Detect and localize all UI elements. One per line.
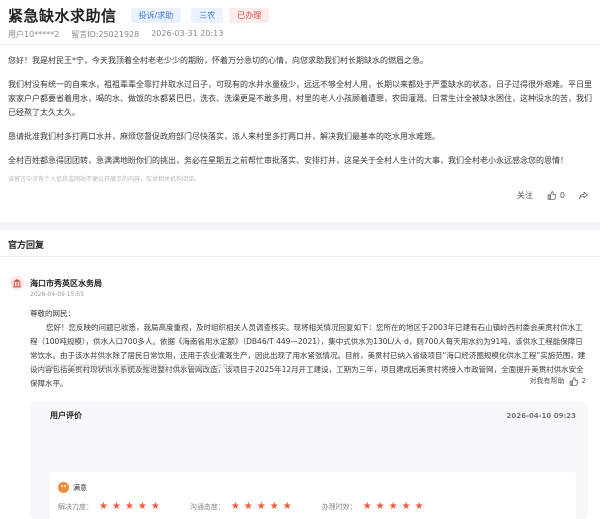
follow-button[interactable]: 关注 [517,190,533,201]
rating-resolution: 解决力度： ★ ★ ★ ★ ★ [58,502,160,512]
rating-label: 解决力度： [58,503,93,511]
star-icon: ★ [269,501,279,512]
reply-greeting: 尊敬的网民： [30,309,75,318]
star-icon: ★ [414,501,424,512]
letter-paragraph: 我们村没有统一的自来水，祖祖辈辈全靠打井取水过日子，可现有的水井水量极少，远远不… [8,80,592,117]
star-icon: ★ [388,501,398,512]
evaluation-details: 满意 解决力度： ★ ★ ★ ★ ★ 沟通态度： ★ ★ ★ ★ ★ 办理时效： ★ ★ ★ ★ ★ [50,472,576,519]
government-building-icon [10,276,24,290]
star-icon: ★ [375,501,385,512]
star-icon: ★ [256,501,266,512]
department-name: 海口市秀英区水务局 [30,279,102,288]
letter-paragraph: 恳请批准我们村多打两口水井，麻烦您督促政府部门尽快落实，派人来村里多打两口井，解… [8,132,440,141]
like-count: 0 [559,191,565,200]
reply-date: 2026-04-09 15:55 [30,291,85,298]
star-icon: ★ [230,501,240,512]
page-header: 紧急缺水求助信 投诉/求助 三农 已办理 [8,4,270,26]
letter-body: 您好！我是村民王*宁，今天我顶着全村老老少少的期盼，怀着万分急切的心情，向您求助… [8,54,592,168]
status-badge: 已办理 [229,7,270,23]
reply-disclaimer: 以上内容为相关办理单位对留言事项做出的回复意见，平台不以展示，供参考。 [30,364,241,371]
letter-paragraph: 全村百姓都急得团团转，急满满地盼你们的挑出，务必在星期五之前帮忙审批落实、安排打… [8,156,568,165]
rating-row: 解决力度： ★ ★ ★ ★ ★ 沟通态度： ★ ★ ★ ★ ★ 办理时效： ★ ★ ★ ★ ★ [58,502,454,512]
rating-label: 办理时效： [321,503,357,511]
star-icon: ★ [111,501,121,512]
divider [0,256,600,257]
star-rating: ★ ★ ★ ★ ★ [363,502,424,512]
star-icon: ★ [99,501,108,512]
rating-communication: 沟通态度： ★ ★ ★ ★ ★ [190,502,292,512]
thumbs-up-icon [547,191,556,200]
letter-actions: 关注 0 [517,190,588,201]
star-icon: ★ [137,501,147,512]
message-id: 留言ID:25021928 [71,30,140,39]
satisfaction: 满意 [58,482,87,493]
star-rating: ★ ★ ★ ★ ★ [99,502,160,512]
star-icon: ★ [362,501,372,512]
official-reply-title: 官方回复 [8,241,45,251]
share-icon [579,191,588,200]
smiley-icon [58,482,69,493]
star-icon: ★ [243,501,253,512]
helpful-count: 2 [581,377,586,385]
privacy-note: 该留言中涉有个人信息或网站不便公开展示的内容，仅供相关机构阅读。 [8,176,201,183]
reply-body: 尊敬的网民： 您好！您反映的问题已收悉，我局高度重视，及时组织相关人员调查核实。… [30,307,586,391]
rating-label: 沟通态度： [189,503,225,511]
helpful-button[interactable]: 对我有帮助 2 [530,376,586,386]
rating-timeliness: 办理时效： ★ ★ ★ ★ ★ [322,502,424,512]
user-evaluation: 用户评价 2026-04-10 09:23 满意 解决力度： ★ ★ ★ ★ ★ 沟通态… [30,402,588,519]
user-name: 用户10*****2 [8,30,60,39]
evaluation-date: 2026-04-10 09:23 [506,412,577,420]
letter-paragraph: 您好！我是村民王*宁，今天我顶着全村老老少少的期盼，怀着万分急切的心情，向您求助… [8,56,428,65]
star-icon: ★ [124,501,134,512]
share-button[interactable] [579,191,588,200]
star-icon: ★ [150,501,160,512]
page-title: 紧急缺水求助信 [8,6,117,25]
star-icon: ★ [282,501,292,512]
thumbs-up-icon [569,376,578,386]
like-button[interactable]: 0 [547,191,565,200]
star-icon: ★ [401,501,411,512]
evaluation-title: 用户评价 [50,411,82,420]
reply-content: 您好！您反映的问题已收悉，我局高度重视，及时组织相关人员调查核实。现将相关情况回… [30,323,586,388]
satisfaction-label: 满意 [73,483,87,492]
divider [0,44,600,45]
helpful-label: 对我有帮助 [529,377,565,385]
section-separator [0,222,600,230]
tag-category[interactable]: 投诉/求助 [130,7,182,23]
message-meta: 用户10*****2 留言ID:25021928 2026-03-31 20:1… [8,29,223,40]
star-rating: ★ ★ ★ ★ ★ [231,502,292,512]
message-datetime: 2026-03-31 20:13 [151,29,224,38]
tag-topic[interactable]: 三农 [191,7,224,23]
